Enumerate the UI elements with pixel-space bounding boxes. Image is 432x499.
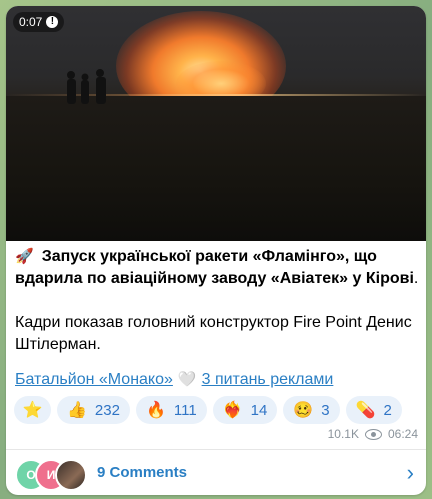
post-title-end: .	[413, 270, 419, 287]
reaction-woozy-button[interactable]: 🥴 3	[283, 396, 340, 424]
heart-on-fire-icon: ❤️‍🔥	[222, 402, 243, 419]
thumbs-up-icon: 👍	[67, 402, 87, 419]
reaction-count: 14	[250, 401, 268, 419]
view-count: 10.1K	[327, 427, 359, 441]
post-text: 🚀 Запуск української ракети «Фламінго», щ…	[15, 246, 419, 356]
link-ad-questions[interactable]: 3 питань реклами	[202, 369, 334, 391]
reaction-count: 232	[94, 401, 120, 419]
silhouettes	[67, 69, 106, 104]
chevron-right-icon: ›	[406, 459, 414, 485]
reactions-bar: ⭐ 👍 232 🔥 111 ❤️‍🔥 14 🥴 3 💊 2	[14, 396, 402, 424]
video-thumbnail[interactable]: 0:07 !	[6, 6, 426, 241]
rocket-icon: 🚀	[15, 248, 34, 265]
duration-text: 0:07	[19, 15, 43, 29]
reaction-heart-on-fire-button[interactable]: ❤️‍🔥 14	[212, 396, 278, 424]
star-icon: ⭐	[22, 402, 43, 419]
reaction-pill-button[interactable]: 💊 2	[345, 396, 402, 424]
post-title: Запуск української ракети «Фламінго», що…	[15, 248, 414, 287]
video-duration-badge: 0:07 !	[13, 12, 65, 32]
post-time: 06:24	[387, 427, 418, 441]
post-body: Кадри показав головний конструктор Fire …	[15, 314, 412, 353]
white-heart-icon: 🤍	[177, 371, 197, 388]
reaction-count: 111	[173, 401, 197, 419]
post-meta: 10.1K 06:24	[328, 427, 418, 441]
fire-icon: 🔥	[145, 402, 166, 419]
reaction-star-button[interactable]: ⭐	[14, 396, 51, 424]
reaction-thumbs-up-button[interactable]: 👍 232	[57, 396, 130, 424]
woozy-face-icon: 🥴	[293, 402, 314, 419]
pill-icon: 💊	[355, 402, 376, 419]
reaction-count: 2	[383, 401, 392, 419]
comments-label: 9 Comments	[97, 464, 188, 481]
dark-field	[6, 96, 426, 241]
reaction-count: 3	[321, 401, 330, 419]
comments-button[interactable]: О И 9 Comments ›	[6, 450, 426, 495]
avatar	[55, 458, 87, 491]
link-battalion-monaco[interactable]: Батальйон «Монако»	[15, 369, 173, 391]
eye-icon	[364, 428, 382, 440]
channel-post: 0:07 ! 🚀 Запуск української ракети «Фламі…	[6, 6, 426, 495]
post-links: Батальйон «Монако» 🤍 3 питань реклами	[15, 369, 333, 391]
muted-icon[interactable]: !	[46, 16, 59, 28]
reaction-fire-button[interactable]: 🔥 111	[135, 396, 207, 424]
commenter-avatars: О И	[15, 457, 93, 491]
